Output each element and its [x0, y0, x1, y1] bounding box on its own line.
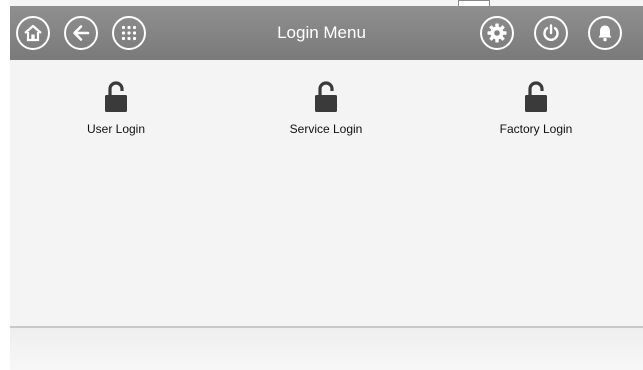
power-button[interactable]	[534, 16, 568, 50]
alarm-button[interactable]	[588, 16, 622, 50]
service-login-button[interactable]: Service Login	[256, 80, 396, 136]
unlocked-padlock-icon	[103, 80, 129, 114]
home-button[interactable]	[16, 16, 50, 50]
user-login-button[interactable]: User Login	[46, 80, 186, 136]
service-login-label: Service Login	[289, 122, 363, 136]
back-arrow-icon	[71, 23, 91, 43]
home-icon	[23, 23, 43, 43]
unlocked-padlock-icon	[523, 80, 549, 114]
grid-menu-icon	[120, 24, 138, 42]
factory-login-label: Factory Login	[499, 122, 573, 136]
factory-login-button[interactable]: Factory Login	[466, 80, 606, 136]
grid-menu-button[interactable]	[112, 16, 146, 50]
settings-button[interactable]	[480, 16, 514, 50]
user-login-label: User Login	[86, 122, 146, 136]
back-button[interactable]	[64, 16, 98, 50]
power-icon	[541, 23, 561, 43]
settings-gear-icon	[486, 22, 508, 44]
header-bar	[10, 6, 643, 60]
footer-area	[10, 328, 643, 370]
login-options-area: User Login Service Login Factory Login	[10, 60, 643, 326]
alarm-bell-icon	[595, 23, 615, 43]
unlocked-padlock-icon	[313, 80, 339, 114]
